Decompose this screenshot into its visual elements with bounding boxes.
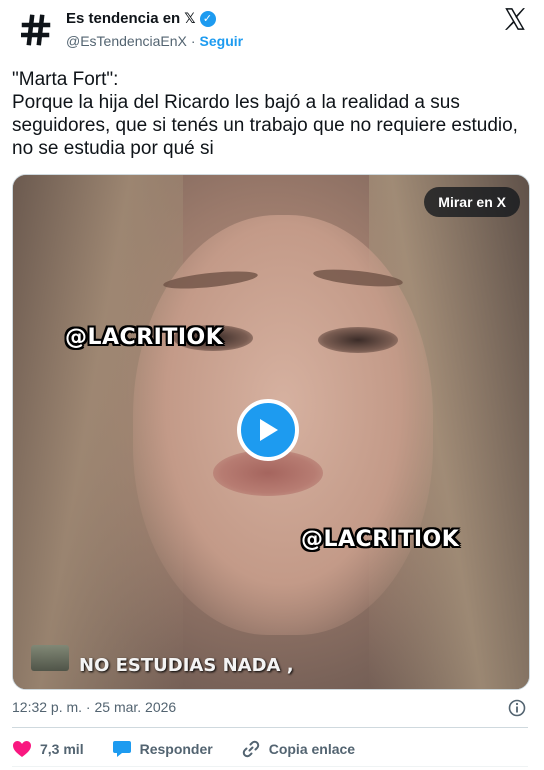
separator-dot: ·	[190, 33, 196, 49]
author-display-name[interactable]: Es tendencia en	[66, 10, 180, 27]
tweet-actions: 7,3 mil Responder Copia enlace	[12, 738, 383, 760]
heart-icon	[13, 741, 31, 757]
info-icon[interactable]	[508, 699, 526, 720]
reply-bubble-icon	[112, 741, 131, 757]
watch-on-x-button[interactable]: Mirar en X	[424, 187, 520, 217]
video-frame-eye	[318, 327, 398, 353]
author-name-row[interactable]: Es tendencia en 𝕏 ✓	[66, 10, 216, 27]
video-watermark: @LACRITIOK	[65, 325, 224, 350]
x-logo-icon[interactable]	[502, 6, 528, 32]
tweet-header: Es tendencia en 𝕏 ✓ @EsTendenciaEnX · Se…	[0, 0, 544, 60]
divider	[12, 727, 528, 728]
x-mini-icon: 𝕏	[184, 10, 196, 26]
copy-link-label: Copia enlace	[268, 741, 356, 757]
link-icon	[242, 740, 259, 758]
author-handle-row: @EsTendenciaEnX · Seguir	[66, 33, 243, 49]
author-handle[interactable]: @EsTendenciaEnX	[66, 33, 187, 49]
video-watermark: @LACRITIOK	[301, 527, 460, 552]
like-count: 7,3 mil	[40, 741, 84, 757]
hashtag-icon[interactable]	[16, 10, 56, 50]
play-icon[interactable]	[237, 399, 299, 461]
reply-label: Responder	[139, 741, 213, 757]
follow-link[interactable]: Seguir	[200, 33, 244, 49]
tweet-meta: 12:32 p. m. · 25 mar. 2026	[12, 699, 526, 719]
tweet-timestamp[interactable]: 12:32 p. m. · 25 mar. 2026	[12, 699, 176, 715]
like-button[interactable]: 7,3 mil	[12, 740, 84, 758]
tweet-text: "Marta Fort": Porque la hija del Ricardo…	[12, 69, 518, 159]
video-caption: NO ESTUDIAS NADA ,	[79, 655, 294, 676]
verified-badge-icon: ✓	[199, 10, 216, 27]
copy-link-button[interactable]: Copia enlace	[241, 739, 355, 759]
caption-thumbnail	[31, 645, 69, 671]
video-player[interactable]: Mirar en X @LACRITIOK @LACRITIOK NO ESTU…	[12, 174, 530, 690]
divider	[12, 766, 528, 767]
reply-button[interactable]: Responder	[112, 740, 213, 758]
